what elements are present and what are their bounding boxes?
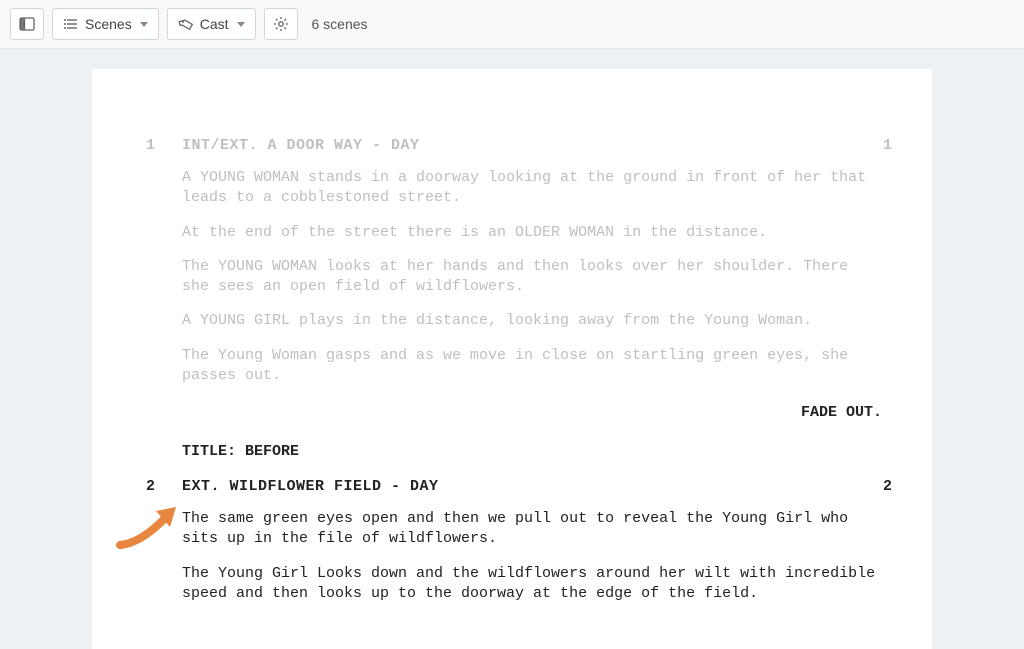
scene-number-left: 1 bbox=[146, 137, 155, 154]
title-card[interactable]: TITLE: BEFORE bbox=[182, 443, 882, 460]
scene-number-right: 1 bbox=[883, 137, 892, 154]
script-page[interactable]: 1 1 INT/EXT. A DOOR WAY - DAY A YOUNG WO… bbox=[92, 69, 932, 649]
document-area: 1 1 INT/EXT. A DOOR WAY - DAY A YOUNG WO… bbox=[0, 49, 1024, 649]
scene-number-right: 2 bbox=[883, 478, 892, 495]
list-icon bbox=[63, 16, 79, 32]
scene-heading[interactable]: EXT. WILDFLOWER FIELD - DAY bbox=[182, 478, 882, 495]
action-text[interactable]: A YOUNG WOMAN stands in a doorway lookin… bbox=[182, 168, 882, 209]
transition[interactable]: FADE OUT. bbox=[182, 404, 882, 421]
scene-number-left: 2 bbox=[146, 478, 155, 495]
settings-button[interactable] bbox=[264, 8, 298, 40]
gear-icon bbox=[273, 16, 289, 32]
scene-heading[interactable]: INT/EXT. A DOOR WAY - DAY bbox=[182, 137, 882, 154]
action-text[interactable]: At the end of the street there is an OLD… bbox=[182, 223, 882, 243]
scene-block-1: 1 1 INT/EXT. A DOOR WAY - DAY A YOUNG WO… bbox=[182, 137, 882, 386]
scene-count: 6 scenes bbox=[312, 16, 368, 32]
action-text[interactable]: The same green eyes open and then we pul… bbox=[182, 509, 882, 550]
toolbar: Scenes Cast 6 scenes bbox=[0, 0, 1024, 49]
chevron-down-icon bbox=[140, 22, 148, 27]
action-text[interactable]: The YOUNG WOMAN looks at her hands and t… bbox=[182, 257, 882, 298]
scenes-label: Scenes bbox=[85, 16, 132, 32]
chevron-down-icon bbox=[237, 22, 245, 27]
tag-icon bbox=[178, 16, 194, 32]
scene-block-2: 2 2 EXT. WILDFLOWER FIELD - DAY The same… bbox=[182, 478, 882, 604]
cast-label: Cast bbox=[200, 16, 229, 32]
action-text[interactable]: A YOUNG GIRL plays in the distance, look… bbox=[182, 311, 882, 331]
sidebar-toggle-button[interactable] bbox=[10, 8, 44, 40]
sidebar-icon bbox=[19, 16, 35, 32]
cast-dropdown[interactable]: Cast bbox=[167, 8, 256, 40]
scenes-dropdown[interactable]: Scenes bbox=[52, 8, 159, 40]
annotation-arrow-icon bbox=[112, 495, 192, 555]
action-text[interactable]: The Young Woman gasps and as we move in … bbox=[182, 346, 882, 387]
action-text[interactable]: The Young Girl Looks down and the wildfl… bbox=[182, 564, 882, 605]
